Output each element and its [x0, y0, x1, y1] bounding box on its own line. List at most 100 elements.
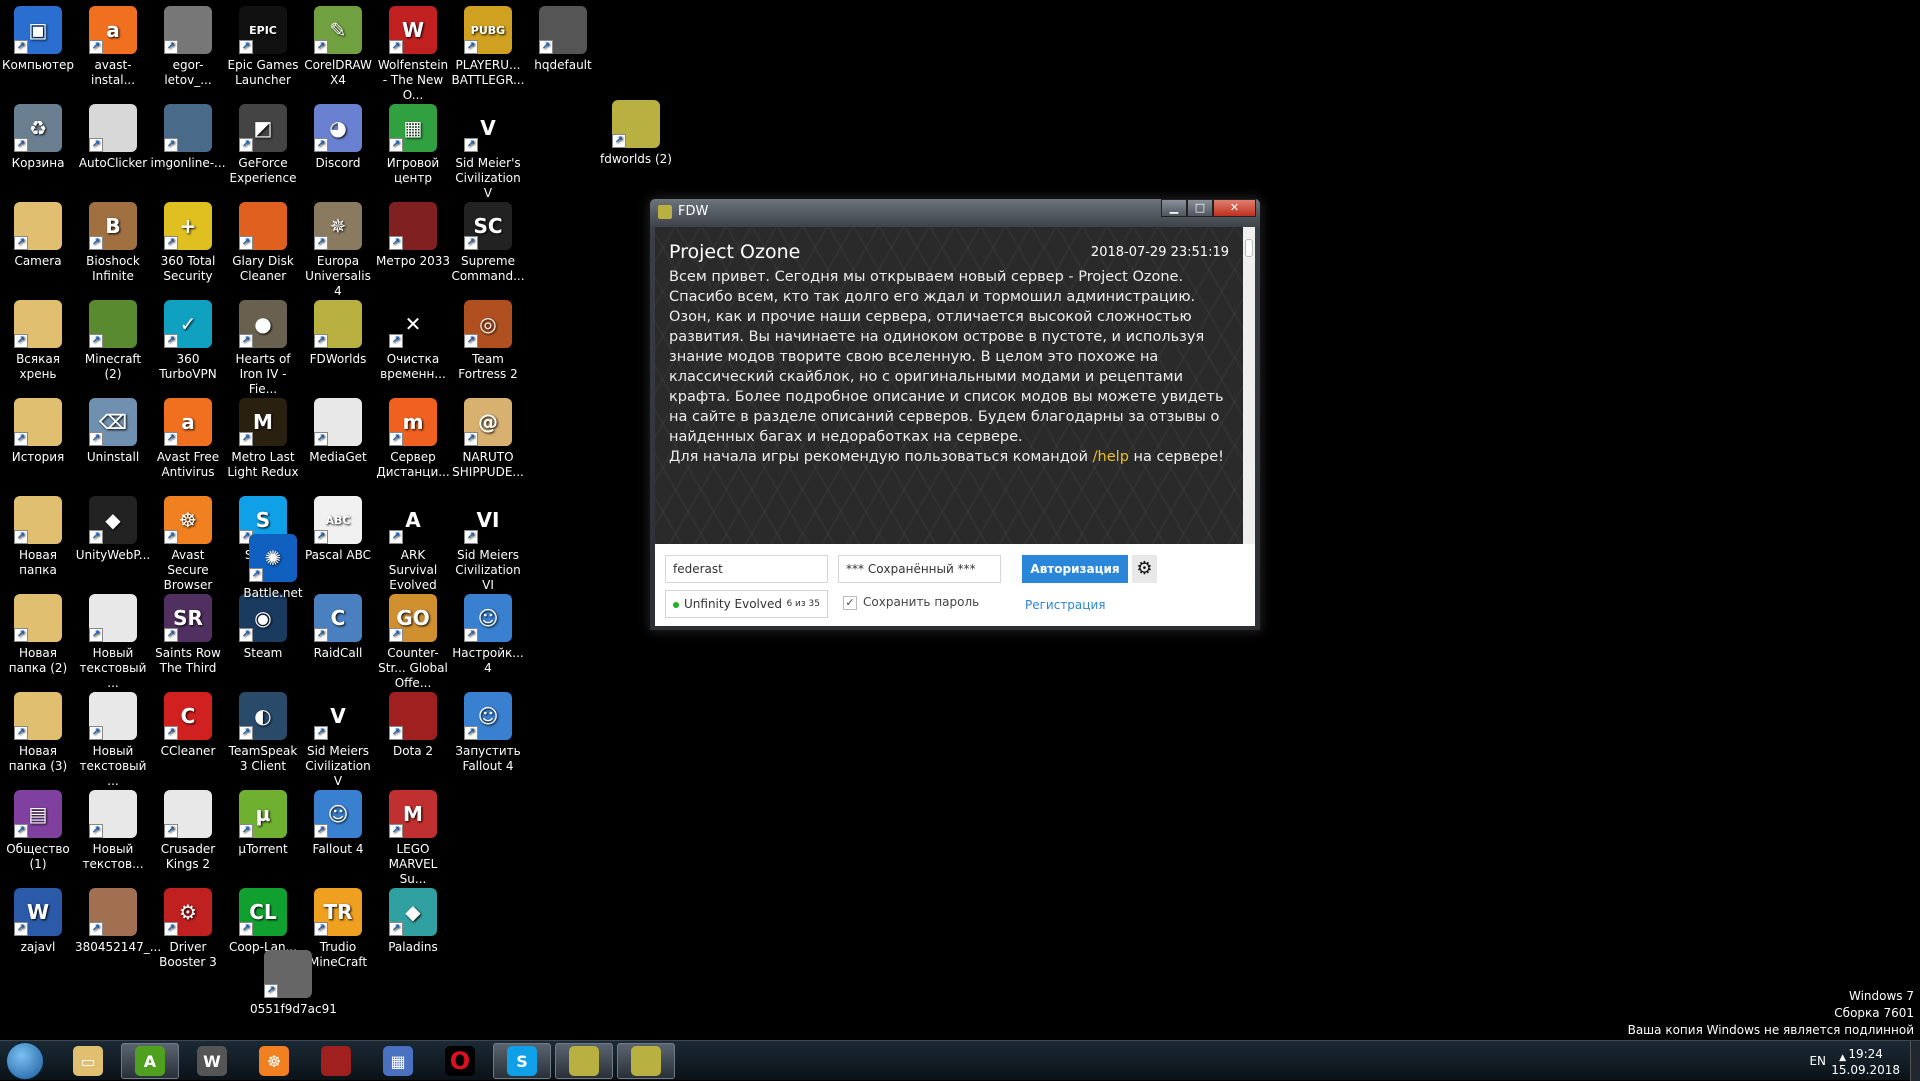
desktop-icon[interactable]: a ↗ Avast Free Antivirus — [150, 398, 226, 480]
desktop-icon[interactable]: ↗ Новая папка — [0, 496, 76, 578]
desktop-icon[interactable]: a ↗ avast-instal... — [75, 6, 151, 88]
taskbar-fdworlds-button[interactable] — [555, 1043, 613, 1079]
language-indicator[interactable]: EN — [1809, 1054, 1826, 1068]
desktop-icon[interactable]: µ ↗ µTorrent — [225, 790, 301, 857]
shortcut-arrow-icon: ↗ — [14, 628, 28, 642]
settings-button[interactable]: ⚙ — [1132, 555, 1157, 583]
desktop-icon[interactable]: ↗ Новый текстовый ... — [75, 692, 151, 789]
desktop-icon[interactable]: PUBG ↗ PLAYERU... BATTLEGR... — [450, 6, 526, 88]
taskbar-avast-browser-button[interactable]: ☸ — [245, 1043, 303, 1079]
desktop-icon[interactable]: ↗ 0551f9d7ac91 — [250, 950, 337, 1017]
taskbar-fdw-button[interactable] — [617, 1043, 675, 1079]
desktop-icon[interactable]: V ↗ Sid Meier's Civilization V — [450, 104, 526, 201]
desktop-icon[interactable]: M ↗ LEGO MARVEL Su... — [375, 790, 451, 887]
desktop-icon[interactable]: ↗ Camera — [0, 202, 76, 269]
clock[interactable]: 19:24 15.09.2018 — [1831, 1046, 1900, 1078]
desktop-icon[interactable]: ⚙ ↗ Driver Booster 3 — [150, 888, 226, 970]
desktop-icon-label: TeamSpeak 3 Client — [228, 744, 298, 773]
taskbar-opera-button[interactable]: O — [431, 1043, 489, 1079]
taskbar-control-panel-button[interactable]: ▦ — [369, 1043, 427, 1079]
desktop-icon[interactable]: ◕ ↗ Discord — [300, 104, 376, 171]
desktop-icon[interactable]: ✵ ↗ Europa Universalis 4 — [300, 202, 376, 299]
desktop-icon[interactable]: ☺ ↗ Запустить Fallout 4 — [450, 692, 526, 774]
desktop-icon[interactable]: ● ↗ Hearts of Iron IV - Fie... — [225, 300, 301, 397]
desktop-icon[interactable]: ↗ AutoClicker — [75, 104, 151, 171]
username-input[interactable]: federast — [665, 555, 828, 583]
taskbar-explorer-button[interactable]: ▭ — [59, 1043, 117, 1079]
desktop-icon[interactable]: ↗ FDWorlds — [300, 300, 376, 367]
desktop-icon[interactable]: ↗ MediaGet — [300, 398, 376, 465]
desktop-icon[interactable]: ↗ Новая папка (3) — [0, 692, 76, 774]
start-button[interactable] — [6, 1042, 44, 1080]
desktop-icon[interactable]: B ↗ Bioshock Infinite — [75, 202, 151, 284]
desktop-icon[interactable]: ◆ ↗ UnityWebP... — [75, 496, 151, 563]
desktop-icon[interactable]: C ↗ CCleaner — [150, 692, 226, 759]
minimize-button[interactable]: ▁ — [1161, 199, 1187, 217]
desktop-icon[interactable]: @ ↗ NARUTO SHIPPUDE... — [450, 398, 526, 480]
remember-password-checkbox[interactable]: ✓ Сохранить пароль — [843, 595, 979, 610]
taskbar-wargaming-button[interactable]: W — [183, 1043, 241, 1079]
desktop-icon[interactable]: SC ↗ Supreme Command... — [450, 202, 526, 284]
desktop-icon[interactable]: ☺ ↗ Настройк... 4 — [450, 594, 526, 676]
server-select[interactable]: Unfinity Evolved 6 из 35 — [665, 590, 828, 618]
desktop-icon[interactable]: ↗ Dota 2 — [375, 692, 451, 759]
scrollbar-thumb[interactable] — [1245, 239, 1253, 257]
desktop-icon[interactable]: ↗ hqdefault — [525, 6, 601, 73]
desktop-icon[interactable]: ⌫ ↗ Uninstall — [75, 398, 151, 465]
desktop-icon[interactable]: SR ↗ Saints Row The Third — [150, 594, 226, 676]
desktop-icon[interactable]: W ↗ Wolfenstein - The New O... — [375, 6, 451, 103]
desktop-icon[interactable]: ✎ ↗ CorelDRAW X4 — [300, 6, 376, 88]
desktop-icon[interactable]: ☸ ↗ Avast Secure Browser — [150, 496, 226, 593]
desktop-icon[interactable]: C ↗ RaidCall — [300, 594, 376, 661]
desktop-icon[interactable]: VI ↗ Sid Meiers Civilization VI — [450, 496, 526, 593]
desktop-icon[interactable]: ▦ ↗ Игровой центр — [375, 104, 451, 186]
title-bar[interactable]: FDW ▁ □ ✕ — [650, 199, 1260, 227]
desktop-icon[interactable]: W ↗ zajavl — [0, 888, 76, 955]
register-link[interactable]: Регистрация — [1025, 598, 1105, 612]
show-desktop-button[interactable] — [1910, 1041, 1920, 1081]
desktop-icon[interactable]: ↗ История — [0, 398, 76, 465]
desktop-icon[interactable]: ↗ Новый текстов... — [75, 790, 151, 872]
desktop-icon[interactable]: M ↗ Metro Last Light Redux — [225, 398, 301, 480]
taskbar-skype-button[interactable]: S — [493, 1043, 551, 1079]
desktop-icon[interactable]: ↗ Minecraft (2) — [75, 300, 151, 382]
desktop-icon[interactable]: ◩ ↗ GeForce Experience — [225, 104, 301, 186]
desktop-icon[interactable]: GO ↗ Counter-Str... Global Offe... — [375, 594, 451, 691]
taskbar-dota2-button[interactable] — [307, 1043, 365, 1079]
broom-icon: ✕ ↗ — [389, 300, 437, 348]
desktop-icon[interactable]: ◆ ↗ Paladins — [375, 888, 451, 955]
desktop-icon[interactable]: + ↗ 360 Total Security — [150, 202, 226, 284]
close-button[interactable]: ✕ — [1213, 199, 1256, 217]
maximize-button[interactable]: □ — [1187, 199, 1213, 217]
desktop-icon[interactable]: ✓ ↗ 360 TurboVPN — [150, 300, 226, 382]
desktop-icon[interactable]: V ↗ Sid Meiers Civilization V — [300, 692, 376, 789]
desktop-icon[interactable]: ↗ Всякая хрень — [0, 300, 76, 382]
desktop-icon[interactable]: CL ↗ Coop-Lan... — [225, 888, 301, 955]
desktop-icon[interactable]: A ↗ ARK Survival Evolved — [375, 496, 451, 593]
desktop-icon[interactable]: ▤ ↗ Общество (1) — [0, 790, 76, 872]
desktop-icon[interactable]: ◎ ↗ Team Fortress 2 — [450, 300, 526, 382]
desktop-icon[interactable]: ↗ Новая папка (2) — [0, 594, 76, 676]
desktop-icon[interactable]: ✺ ↗ Battle.net — [235, 534, 311, 601]
password-input[interactable]: *** Сохранённый *** — [838, 555, 1001, 583]
desktop-icon[interactable]: ABC ↗ Pascal ABC — [300, 496, 376, 563]
desktop-icon[interactable]: ☺ ↗ Fallout 4 — [300, 790, 376, 857]
desktop-icon[interactable]: m ↗ Сервер Дистанци... — [375, 398, 451, 480]
desktop-icon[interactable]: ↗ imgonline-... — [150, 104, 226, 171]
desktop-icon[interactable]: ◉ ↗ Steam — [225, 594, 301, 661]
desktop-icon[interactable]: ↗ Новый текстовый ... — [75, 594, 151, 691]
news-scrollbar[interactable] — [1243, 227, 1255, 544]
desktop-icon[interactable]: ↗ egor-letov_... — [150, 6, 226, 88]
desktop-icon[interactable]: ↗ 380452147_... — [75, 888, 161, 955]
desktop-icon[interactable]: ↗ Метро 2033 — [375, 202, 451, 269]
desktop-icon[interactable]: ♻ ↗ Корзина — [0, 104, 76, 171]
desktop-icon[interactable]: ✕ ↗ Очистка временн... — [375, 300, 451, 382]
desktop-icon[interactable]: ↗ Glary Disk Cleaner — [225, 202, 301, 284]
taskbar-android-emulator-button[interactable]: A — [121, 1043, 179, 1079]
desktop-icon[interactable]: ↗ fdworlds (2) — [598, 100, 674, 167]
desktop-icon[interactable]: ◐ ↗ TeamSpeak 3 Client — [225, 692, 301, 774]
desktop-icon[interactable]: ▣ ↗ Компьютер — [0, 6, 76, 73]
login-button[interactable]: Авторизация — [1022, 555, 1128, 583]
desktop-icon[interactable]: ↗ Crusader Kings 2 — [150, 790, 226, 872]
desktop-icon[interactable]: EPIC ↗ Epic Games Launcher — [225, 6, 301, 88]
